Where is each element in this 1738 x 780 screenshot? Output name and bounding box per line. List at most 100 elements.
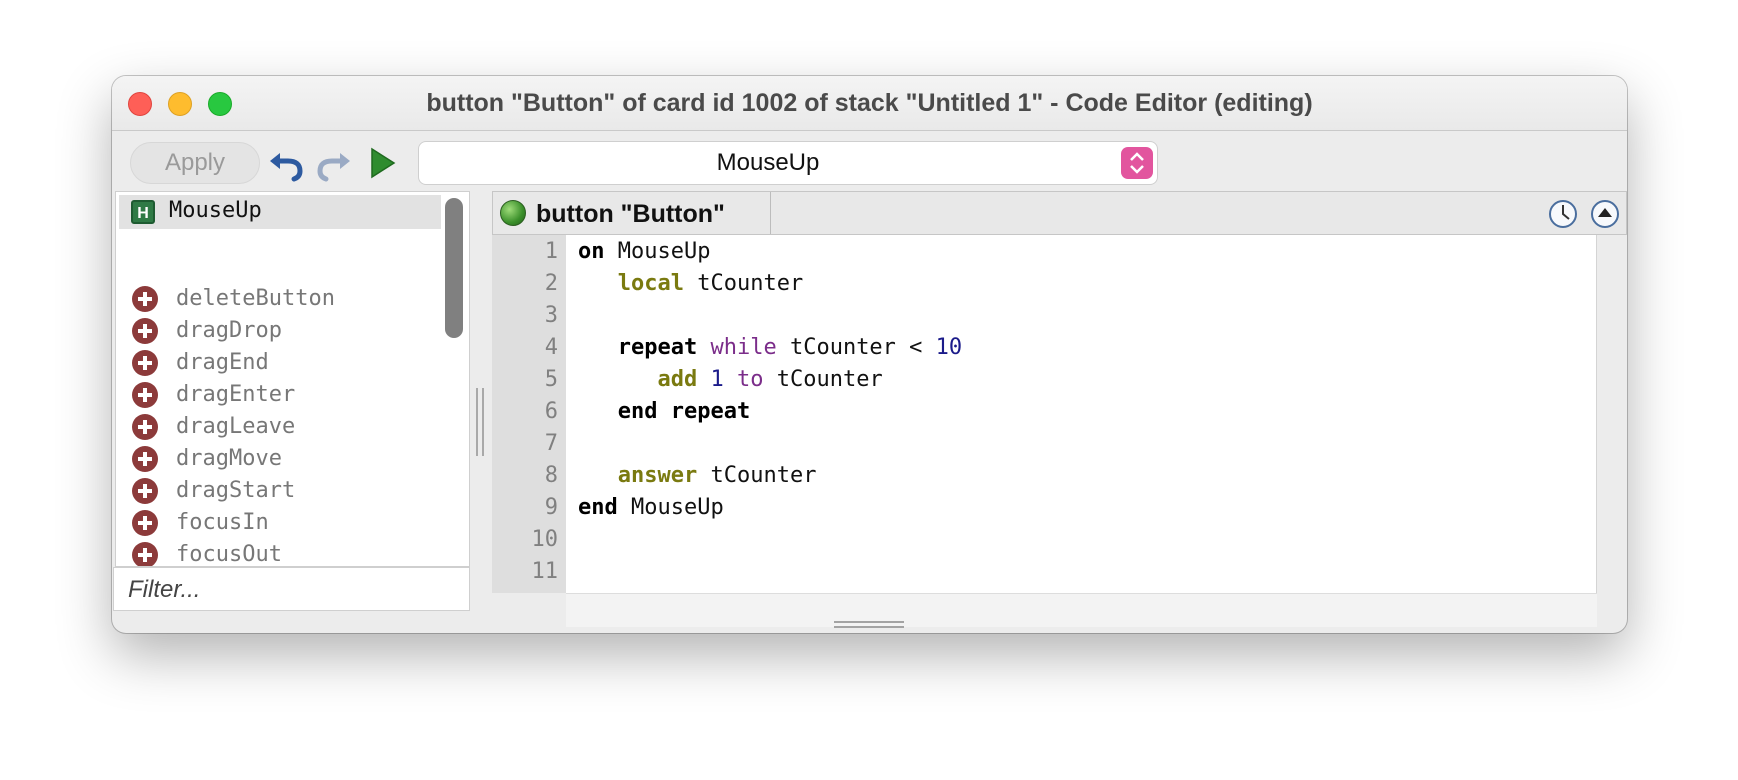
message-list: deleteButton dragDrop dragEnd dragEnter … xyxy=(116,284,446,567)
code-token: tCounter xyxy=(763,367,883,392)
status-green-icon xyxy=(500,200,526,226)
run-icon[interactable] xyxy=(362,143,402,183)
message-label: dragStart xyxy=(176,478,296,503)
editor-bottom-bar xyxy=(566,593,1597,627)
line-number: 1 xyxy=(544,239,558,264)
list-item[interactable]: focusOut xyxy=(116,540,446,567)
code-token: 1 xyxy=(710,367,724,392)
clock-icon[interactable] xyxy=(1548,199,1578,229)
code-editor-window: button "Button" of card id 1002 of stack… xyxy=(112,76,1627,633)
line-number: 2 xyxy=(544,271,558,296)
apply-button[interactable]: Apply xyxy=(130,142,260,184)
message-label: dragEnd xyxy=(176,350,269,375)
toolbar: Apply MouseUp xyxy=(112,134,1627,188)
add-message-icon[interactable] xyxy=(132,318,158,344)
redo-icon[interactable] xyxy=(314,143,354,183)
message-label: dragMove xyxy=(176,446,282,471)
line-number: 9 xyxy=(544,495,558,520)
handler-item-mouseup[interactable]: H MouseUp xyxy=(119,195,441,229)
code-token: repeat xyxy=(617,335,698,360)
line-number: 4 xyxy=(544,335,558,360)
add-message-icon[interactable] xyxy=(132,478,158,504)
window-title: button "Button" of card id 1002 of stack… xyxy=(426,89,1313,117)
code-token: answer xyxy=(617,463,698,488)
list-item[interactable]: deleteButton xyxy=(116,284,446,316)
code-token: MouseUp xyxy=(604,239,711,264)
message-label: focusOut xyxy=(176,542,282,567)
message-label: dragDrop xyxy=(176,318,282,343)
filter-input[interactable]: Filter... xyxy=(113,567,470,611)
undo-icon[interactable] xyxy=(266,143,306,183)
code-token: end repeat xyxy=(617,399,751,424)
code-line-8: answer tCounter xyxy=(578,459,1596,491)
list-item[interactable]: dragMove xyxy=(116,444,446,476)
line-number: 6 xyxy=(544,399,558,424)
handler-select[interactable]: MouseUp xyxy=(418,141,1158,185)
handler-icon: H xyxy=(131,200,155,224)
line-number: 5 xyxy=(544,367,558,392)
line-number: 3 xyxy=(544,303,558,328)
object-tab-label: button "Button" xyxy=(536,200,725,228)
code-token: end xyxy=(578,495,618,520)
handler-label: MouseUp xyxy=(169,198,262,223)
add-message-icon[interactable] xyxy=(132,286,158,312)
list-item[interactable]: dragStart xyxy=(116,476,446,508)
code-line-4: repeat while tCounter < 10 xyxy=(578,331,1596,363)
add-message-icon[interactable] xyxy=(132,542,158,566)
code-token: local xyxy=(617,271,684,296)
editor-header: button "Button" xyxy=(492,191,1627,235)
add-message-icon[interactable] xyxy=(132,350,158,376)
add-message-icon[interactable] xyxy=(132,414,158,440)
line-number: 8 xyxy=(544,463,558,488)
code-token: on xyxy=(578,239,605,264)
code-line-1: on MouseUp xyxy=(578,235,1596,267)
line-number: 10 xyxy=(531,527,559,552)
code-token: MouseUp xyxy=(617,495,724,520)
code-token: to xyxy=(736,367,764,392)
handler-select-value: MouseUp xyxy=(716,149,820,176)
code-line-9: end MouseUp xyxy=(578,491,1596,523)
add-message-icon[interactable] xyxy=(132,446,158,472)
panel-splitter[interactable] xyxy=(474,388,488,458)
line-number-gutter: 1 2 3 4 5 6 7 8 9 10 11 xyxy=(492,235,566,593)
add-message-icon[interactable] xyxy=(132,510,158,536)
line-number: 7 xyxy=(544,431,558,456)
list-item[interactable]: dragEnter xyxy=(116,380,446,412)
list-scrollbar[interactable] xyxy=(445,198,463,338)
message-label: deleteButton xyxy=(176,286,335,311)
message-label: dragLeave xyxy=(176,414,296,439)
code-token: tCounter xyxy=(683,271,804,296)
message-label: focusIn xyxy=(176,510,269,535)
code-token: add xyxy=(657,367,698,392)
line-number: 11 xyxy=(531,559,559,584)
list-item[interactable]: dragEnd xyxy=(116,348,446,380)
object-tab[interactable]: button "Button" xyxy=(493,192,771,234)
code-token: while xyxy=(710,335,777,360)
code-token: tCounter < xyxy=(776,335,936,360)
list-item[interactable]: dragLeave xyxy=(116,412,446,444)
code-line-6: end repeat xyxy=(578,395,1596,427)
eject-icon[interactable] xyxy=(1590,199,1620,229)
editor-right-strip xyxy=(1596,235,1627,595)
title-bar: button "Button" of card id 1002 of stack… xyxy=(112,76,1627,131)
code-token: tCounter xyxy=(697,463,817,488)
add-message-icon[interactable] xyxy=(132,382,158,408)
list-item[interactable]: focusIn xyxy=(116,508,446,540)
code-token: 10 xyxy=(935,335,963,360)
code-area[interactable]: on MouseUp local tCounter repeat while t… xyxy=(566,235,1596,593)
select-stepper-icon[interactable] xyxy=(1121,147,1153,179)
list-item[interactable]: dragDrop xyxy=(116,316,446,348)
handler-list-panel: H MouseUp deleteButton dragDrop dragEnd … xyxy=(115,191,470,567)
resize-grip[interactable] xyxy=(834,618,904,628)
